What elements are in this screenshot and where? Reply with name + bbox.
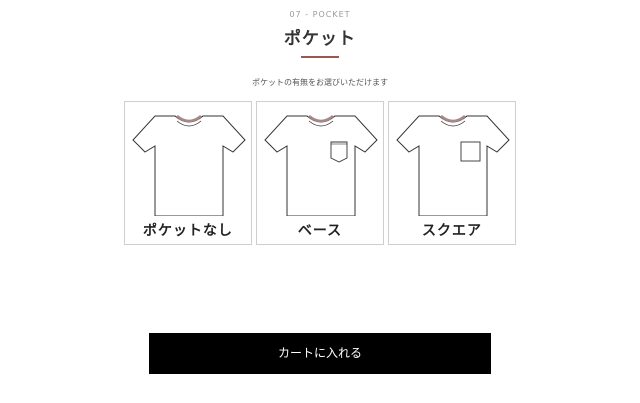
page-title: ポケット xyxy=(284,29,356,49)
title-underline xyxy=(301,56,339,58)
tshirt-base-pocket-icon xyxy=(264,115,378,216)
option-label: ベース xyxy=(297,223,343,239)
option-label: スクエア xyxy=(422,223,482,239)
step-label: 07 - POCKET xyxy=(289,10,351,19)
option-square-pocket[interactable]: スクエア xyxy=(388,101,516,245)
option-base-pocket[interactable]: ベース xyxy=(256,101,384,245)
tshirt-no-pocket-icon xyxy=(132,115,246,216)
pocket-options: ポケットなし ベース スクエア xyxy=(124,101,516,245)
option-no-pocket[interactable]: ポケットなし xyxy=(124,101,252,245)
add-to-cart-button[interactable]: カートに入れる xyxy=(149,333,491,374)
instruction-text: ポケットの有無をお選びいただけます xyxy=(252,78,388,87)
tshirt-square-pocket-icon xyxy=(396,115,510,216)
pocket-selection-page: 07 - POCKET ポケット ポケットの有無をお選びいただけます ポケットな… xyxy=(0,0,640,403)
option-label: ポケットなし xyxy=(143,223,233,239)
